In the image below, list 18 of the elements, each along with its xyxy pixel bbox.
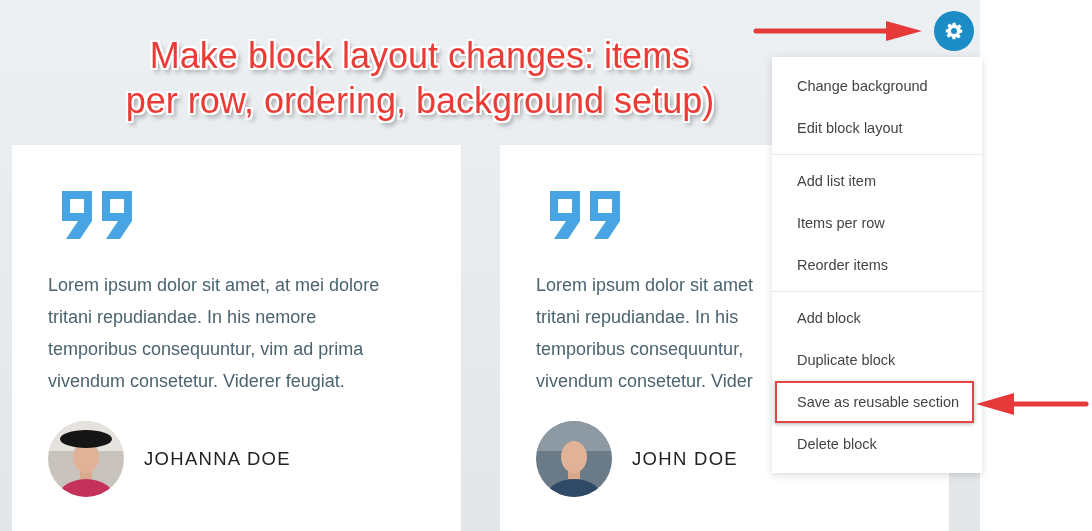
menu-item[interactable]: Delete block xyxy=(772,423,982,465)
testimonial-text: Lorem ipsum dolor sit amet tritani repudiandae. In his temporibus consequuntur, vivendum consetetur. Vider xyxy=(536,274,754,393)
settings-icon xyxy=(945,22,963,40)
menu-item[interactable]: Duplicate block xyxy=(772,339,982,381)
person-name: JOHN DOE xyxy=(632,447,738,472)
testimonial-text: Lorem ipsum dolor sit amet, at mei dolore tritani repudiandae. In his nemore temporibus consequuntur, vim ad prima vivendum consetetur. Viderer feugiat. xyxy=(48,274,380,393)
annotation-text: Make block layout changes: items per row, ordering, background setup) xyxy=(124,34,716,123)
menu-item[interactable]: Items per row xyxy=(772,202,982,244)
menu-item[interactable]: Reorder items xyxy=(772,244,982,286)
person-name: JOHANNA DOE xyxy=(144,447,291,472)
menu-item[interactable]: Change background xyxy=(772,65,982,107)
quote-icon xyxy=(62,191,134,239)
menu-item[interactable]: Add block xyxy=(772,297,982,339)
menu-item[interactable]: Edit block layout xyxy=(772,107,982,149)
menu-item[interactable]: Save as reusable section xyxy=(775,381,974,423)
quote-icon xyxy=(550,191,622,239)
menu-item[interactable]: Add list item xyxy=(772,160,982,202)
settings-button[interactable] xyxy=(934,11,974,51)
